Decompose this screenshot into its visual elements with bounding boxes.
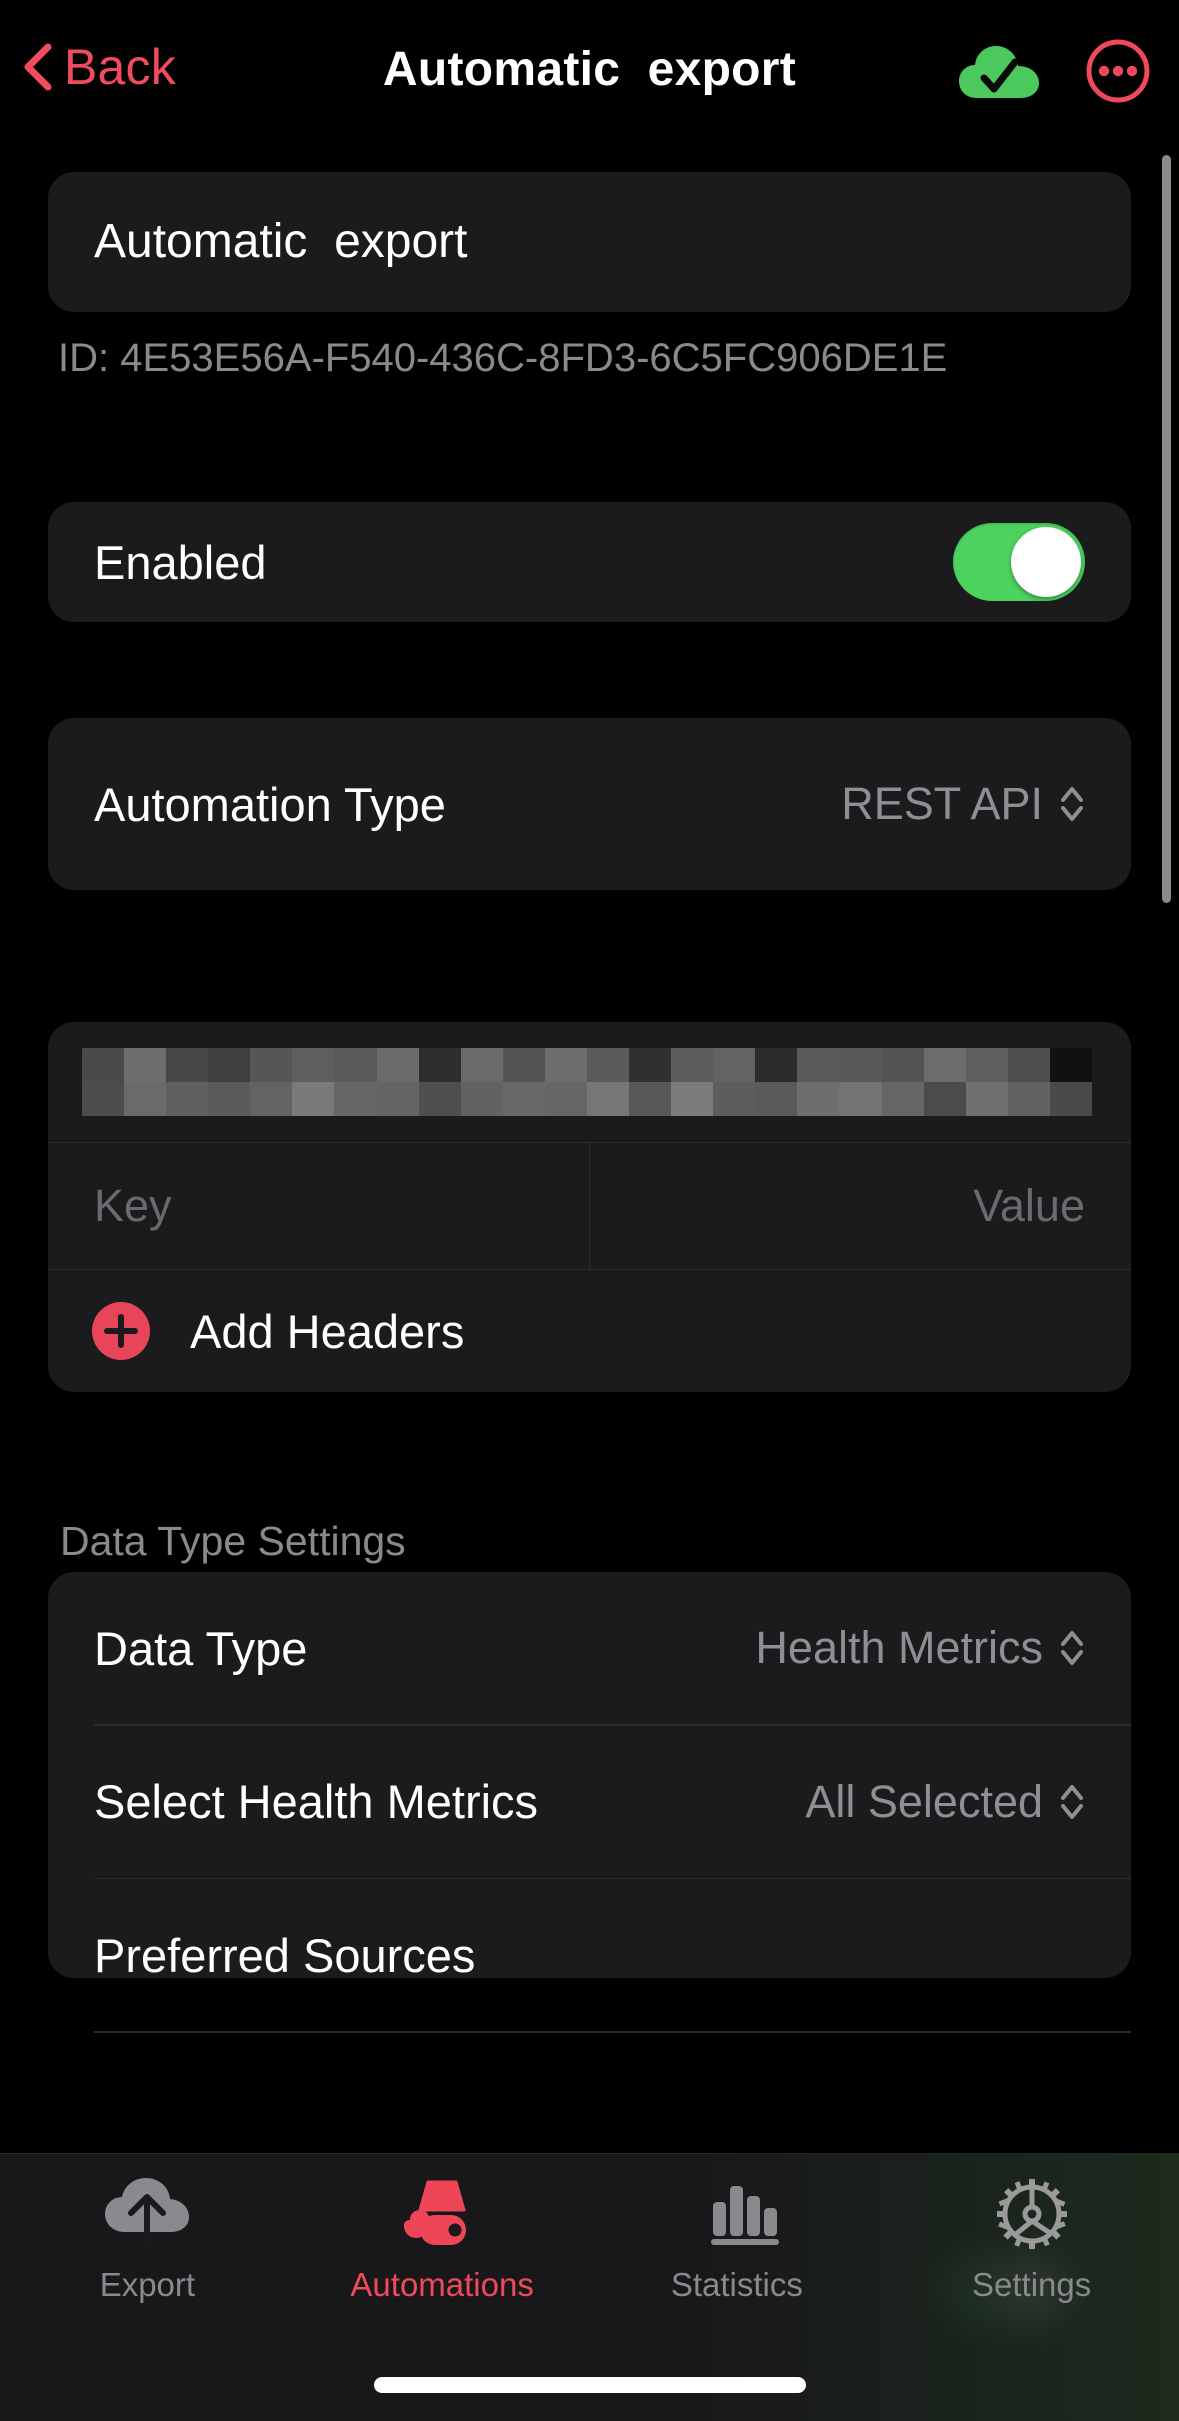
chevron-up-down-icon bbox=[1059, 1627, 1085, 1669]
data-type-row[interactable]: Data Type Health Metrics bbox=[48, 1572, 1131, 1724]
ellipsis-circle-icon[interactable] bbox=[1085, 38, 1151, 104]
preferred-sources-row[interactable]: Preferred Sources bbox=[48, 1879, 1131, 2031]
chevron-up-down-icon bbox=[1059, 1781, 1085, 1823]
chevron-up-down-icon bbox=[1059, 783, 1085, 825]
bar-chart-icon bbox=[691, 2176, 783, 2252]
automation-name-card[interactable]: Automatic export bbox=[48, 172, 1131, 312]
automation-id-label: ID: 4E53E56A-F540-436C-8FD3-6C5FC906DE1E bbox=[58, 336, 948, 380]
add-headers-label: Add Headers bbox=[190, 1304, 465, 1358]
tab-statistics[interactable]: Statistics bbox=[590, 2176, 885, 2304]
vertical-scrollbar[interactable] bbox=[1162, 155, 1171, 903]
data-type-value: Health Metrics bbox=[755, 1622, 1043, 1673]
data-type-label: Data Type bbox=[94, 1621, 308, 1675]
data-type-settings-card: Data Type Health Metrics Select Health M… bbox=[48, 1572, 1131, 2033]
navbar-actions bbox=[957, 38, 1151, 104]
automation-type-value: REST API bbox=[841, 778, 1043, 829]
cloud-upload-icon bbox=[101, 2176, 193, 2252]
add-headers-button[interactable]: Add Headers bbox=[48, 1272, 1131, 1390]
select-health-metrics-label: Select Health Metrics bbox=[94, 1775, 539, 1828]
enabled-card: Enabled bbox=[48, 502, 1131, 622]
select-health-metrics-value: All Selected bbox=[805, 1775, 1043, 1827]
scrollbar-track bbox=[1162, 155, 1171, 903]
select-health-metrics-row[interactable]: Select Health Metrics All Selected bbox=[48, 1726, 1131, 1878]
header-key-input[interactable]: Key bbox=[48, 1143, 589, 1269]
header-key-placeholder: Key bbox=[94, 1180, 172, 1231]
automation-name-value: Automatic export bbox=[94, 215, 468, 268]
automation-type-card[interactable]: Automation Type REST API bbox=[48, 718, 1131, 890]
enabled-label: Enabled bbox=[94, 535, 267, 589]
headers-table-row: Key Value bbox=[48, 1142, 1131, 1270]
settings-scroll-area: Automatic export ID: 4E53E56A-F540-436C-… bbox=[0, 140, 1179, 2328]
tab-statistics-label: Statistics bbox=[670, 2266, 803, 2303]
url-field[interactable] bbox=[82, 1048, 1092, 1116]
automation-type-label: Automation Type bbox=[94, 777, 446, 831]
header-value-input[interactable]: Value bbox=[589, 1143, 1131, 1269]
cloud-checkmark-icon[interactable] bbox=[957, 40, 1041, 102]
tab-settings[interactable]: Settings bbox=[884, 2176, 1179, 2304]
tab-export-label: Export bbox=[99, 2266, 196, 2303]
data-type-settings-section-title: Data Type Settings bbox=[60, 1518, 406, 1564]
enabled-toggle[interactable] bbox=[953, 523, 1085, 601]
tab-automations-label: Automations bbox=[350, 2266, 534, 2303]
robot-icon bbox=[396, 2176, 488, 2252]
toggle-knob bbox=[1011, 527, 1081, 597]
home-indicator[interactable] bbox=[373, 2377, 806, 2393]
divider bbox=[94, 2031, 1131, 2033]
app-screen: Back Automatic export Automatic export I… bbox=[0, 0, 1179, 2421]
tab-export[interactable]: Export bbox=[0, 2176, 295, 2304]
rest-api-card: Key Value Add Headers bbox=[48, 1022, 1131, 1392]
tab-bar: Export Automations Statistics Settings bbox=[0, 2153, 1179, 2421]
plus-circle-icon bbox=[92, 1302, 150, 1360]
gear-icon bbox=[986, 2176, 1078, 2252]
header-value-placeholder: Value bbox=[973, 1180, 1085, 1231]
navigation-bar: Back Automatic export bbox=[0, 0, 1179, 140]
preferred-sources-label: Preferred Sources bbox=[94, 1928, 476, 1982]
tab-automations[interactable]: Automations bbox=[295, 2176, 590, 2304]
tab-settings-label: Settings bbox=[972, 2266, 1092, 2303]
